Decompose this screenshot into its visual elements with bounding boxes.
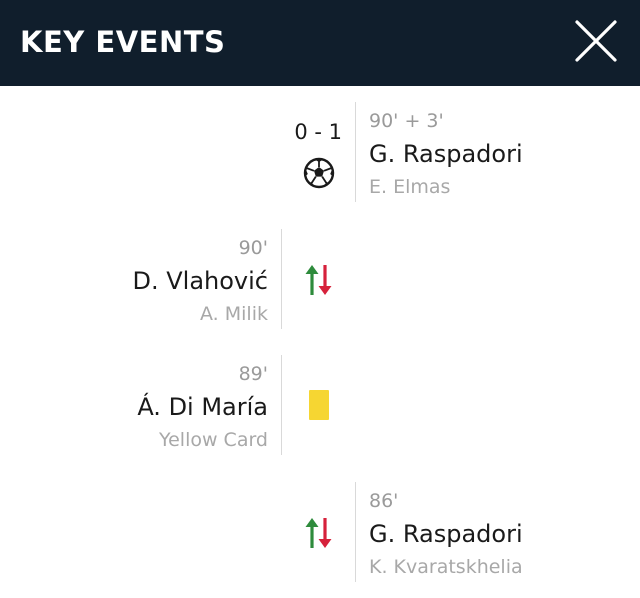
event-yellow-card: 89' Á. Di María Yellow Card	[0, 355, 640, 455]
timeline-divider	[355, 482, 356, 582]
timeline-divider	[355, 102, 356, 202]
event-substitution: 90' D. Vlahović A. Milik	[0, 229, 640, 329]
event-goal: 0 - 1 90' + 3' G. Raspadori E. Elmas	[0, 102, 640, 202]
yellow-card-icon	[309, 390, 329, 420]
player-in-name: D. Vlahović	[132, 267, 269, 295]
page-title: KEY EVENTS	[20, 25, 226, 59]
substitution-icon	[303, 263, 335, 301]
football-icon	[303, 157, 335, 193]
timeline-divider	[281, 355, 282, 455]
player-out-name: K. Kvaratskhelia	[369, 556, 523, 578]
event-minute: 90'	[238, 237, 268, 259]
player-in-name: G. Raspadori	[369, 520, 523, 548]
player-name: Á. Di María	[137, 393, 268, 421]
event-substitution: 86' G. Raspadori K. Kvaratskhelia	[0, 482, 640, 582]
assist-name: E. Elmas	[369, 176, 451, 198]
close-icon[interactable]	[572, 19, 620, 63]
timeline-divider	[281, 229, 282, 329]
event-minute: 86'	[369, 490, 399, 512]
substitution-icon	[303, 516, 335, 554]
player-name: G. Raspadori	[369, 140, 523, 168]
key-events-list: 0 - 1 90' + 3' G. Raspadori E. Elmas 90'…	[0, 86, 640, 598]
header-bar: KEY EVENTS	[0, 0, 640, 86]
card-type-label: Yellow Card	[159, 429, 268, 451]
player-out-name: A. Milik	[200, 303, 268, 325]
score-text: 0 - 1	[294, 120, 342, 144]
event-minute: 90' + 3'	[369, 110, 444, 132]
event-minute: 89'	[238, 363, 268, 385]
